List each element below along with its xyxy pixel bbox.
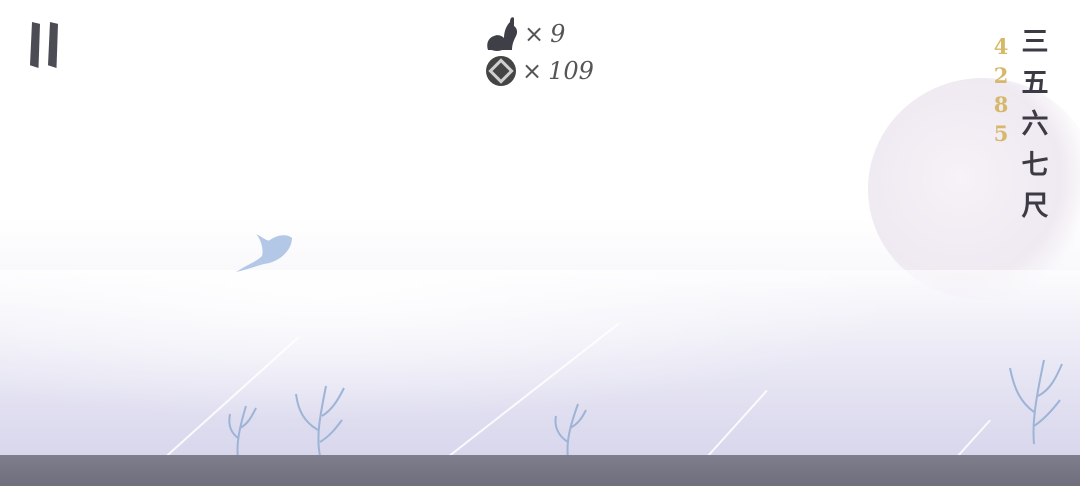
distance-digit: 5	[993, 121, 1009, 146]
distance-digit: 4	[993, 34, 1009, 59]
pause-icon	[48, 22, 58, 68]
rabbit-counter: × 9	[484, 16, 565, 52]
distance-digit: 8	[993, 92, 1009, 117]
ground	[0, 455, 1080, 486]
square-hole-coin-icon	[486, 56, 516, 86]
bird-icon	[236, 234, 292, 272]
frosted-plant-icon	[554, 403, 587, 458]
rabbit-multiplier: ×	[524, 20, 545, 48]
level-name-char: 五	[1021, 68, 1049, 99]
distance-digit: 2	[993, 63, 1009, 88]
coin-multiplier: ×	[522, 57, 543, 85]
rabbit-count: 9	[550, 20, 566, 48]
level-name-char: 六	[1021, 109, 1049, 140]
snow-field	[0, 270, 1080, 456]
coin-counter: × 109	[486, 56, 594, 86]
frosted-plant-icon	[1009, 359, 1063, 444]
level-name: 三 五 六 七 尺	[1018, 22, 1052, 227]
rabbit-icon	[487, 17, 518, 51]
distance-counter: 4 2 8 5	[991, 32, 1011, 148]
frosted-plant-icon	[295, 385, 345, 456]
level-name-char: 尺	[1021, 191, 1049, 222]
level-name-char: 三	[1021, 27, 1049, 58]
frosted-plant-icon	[228, 405, 257, 458]
coin-count: 109	[548, 57, 594, 85]
pause-icon	[30, 22, 40, 68]
level-name-char: 七	[1021, 150, 1049, 181]
pause-button[interactable]	[26, 22, 66, 70]
